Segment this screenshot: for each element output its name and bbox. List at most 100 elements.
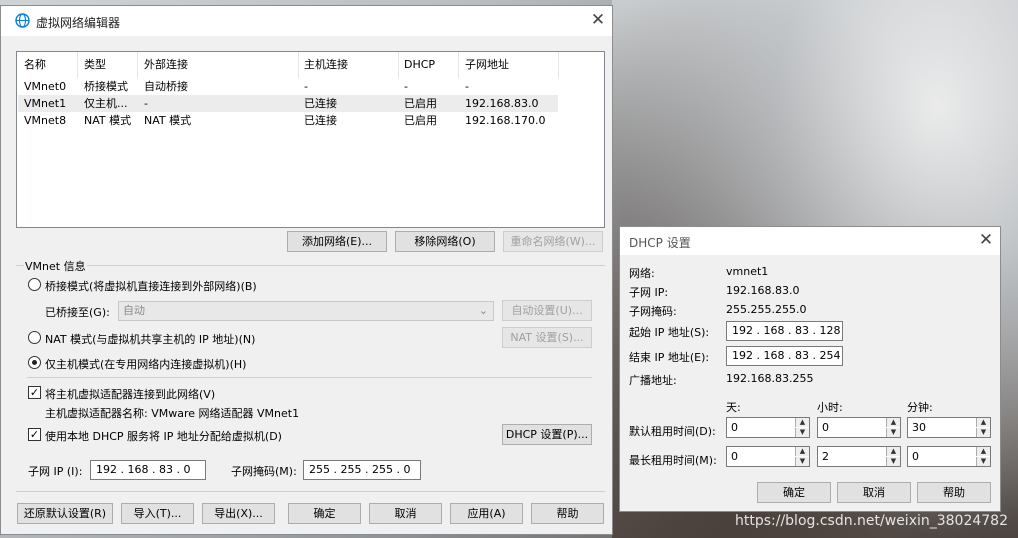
host-only-label[interactable]: 仅主机模式(在专用网络内连接虚拟机)(H) [45, 356, 246, 372]
end-ip-label: 结束 IP 地址(E): [629, 351, 710, 364]
connect-adapter-label[interactable]: 将主机虚拟适配器连接到此网络(V) [45, 386, 215, 402]
hours-label: 小时: [817, 401, 843, 414]
nat-mode-label[interactable]: NAT 模式(与虚拟机共享主机的 IP 地址)(N) [45, 331, 255, 347]
remove-network-button[interactable]: 移除网络(O) [395, 231, 495, 252]
network-list[interactable]: 名称 类型 外部连接 主机连接 DHCP 子网地址 VMnet0 桥接模式 自动… [16, 51, 605, 228]
table-row[interactable]: VMnet1 仅主机... - 已连接 已启用 192.168.83.0 [18, 95, 558, 112]
arrow-up-icon[interactable]: ▲ [976, 418, 990, 427]
cell-external: NAT 模式 [144, 114, 192, 127]
network-label: 网络: [629, 267, 655, 280]
bridged-to-select[interactable]: 自动 ⌄ [118, 301, 494, 321]
subnet-mask-input[interactable]: 255 . 255 . 255 . 0 [303, 460, 421, 480]
cell-subnet: 192.168.170.0 [465, 114, 546, 127]
subnet-mask-label: 子网掩码(M): [231, 465, 297, 478]
column-header-type[interactable]: 类型 [84, 56, 106, 78]
arrow-up-icon[interactable]: ▲ [795, 447, 809, 456]
cell-host: - [304, 80, 308, 93]
apply-button[interactable]: 应用(A) [450, 503, 523, 524]
end-ip-input[interactable]: 192 . 168 . 83 . 254 [726, 346, 843, 366]
export-button[interactable]: 导出(X)... [202, 503, 275, 524]
auto-settings-button[interactable]: 自动设置(U)... [502, 300, 592, 321]
arrow-down-icon[interactable]: ▼ [886, 428, 900, 437]
ok-button[interactable]: 确定 [757, 482, 831, 503]
connect-adapter-checkbox[interactable]: ✓ [28, 386, 41, 399]
max-lease-days-stepper[interactable]: 0 ▲ ▼ [726, 446, 810, 467]
stepper-value: 30 [912, 421, 926, 434]
cell-name: VMnet8 [24, 114, 67, 127]
bridged-to-label: 已桥接至(G): [45, 306, 110, 319]
table-row[interactable]: VMnet8 NAT 模式 NAT 模式 已连接 已启用 192.168.170… [18, 112, 558, 129]
cell-name: VMnet1 [24, 97, 67, 110]
cell-host: 已连接 [304, 97, 337, 110]
column-separator [558, 52, 559, 78]
arrow-up-icon[interactable]: ▲ [795, 418, 809, 427]
stepper-value: 2 [822, 450, 829, 463]
cell-dhcp: - [404, 80, 408, 93]
max-lease-minutes-stepper[interactable]: 0 ▲ ▼ [907, 446, 991, 467]
nat-settings-button[interactable]: NAT 设置(S)... [502, 327, 592, 348]
cell-type: 仅主机... [84, 97, 128, 110]
host-only-radio[interactable] [28, 356, 41, 369]
ok-button[interactable]: 确定 [288, 503, 361, 524]
use-dhcp-checkbox[interactable]: ✓ [28, 428, 41, 441]
cell-dhcp: 已启用 [404, 114, 437, 127]
column-separator [137, 52, 138, 78]
stepper-value: 0 [731, 450, 738, 463]
start-ip-input[interactable]: 192 . 168 . 83 . 128 [726, 321, 843, 341]
max-lease-label: 最长租用时间(M): [629, 454, 717, 467]
subnet-ip-label: 子网 IP (I): [28, 465, 83, 478]
column-separator [298, 52, 299, 78]
restore-defaults-button[interactable]: 还原默认设置(R) [17, 503, 113, 524]
default-lease-minutes-stepper[interactable]: 30 ▲ ▼ [907, 417, 991, 438]
cancel-button[interactable]: 取消 [837, 482, 911, 503]
column-header-host[interactable]: 主机连接 [304, 56, 348, 78]
cell-external: - [144, 97, 148, 110]
column-separator [458, 52, 459, 78]
window-title: 虚拟网络编辑器 [36, 16, 121, 30]
arrow-down-icon[interactable]: ▼ [795, 428, 809, 437]
arrow-up-icon[interactable]: ▲ [886, 418, 900, 427]
watermark-text: https://blog.csdn.net/weixin_38024782 [734, 513, 1008, 529]
table-row[interactable]: VMnet0 桥接模式 自动桥接 - - - [18, 78, 558, 95]
use-dhcp-label[interactable]: 使用本地 DHCP 服务将 IP 地址分配给虚拟机(D) [45, 428, 282, 444]
column-header-dhcp[interactable]: DHCP [404, 56, 435, 78]
group-divider [87, 265, 605, 266]
stepper-value: 0 [822, 421, 829, 434]
dhcp-settings-button[interactable]: DHCP 设置(P)... [502, 424, 592, 445]
column-header-subnet[interactable]: 子网地址 [465, 56, 509, 78]
nat-mode-radio[interactable] [28, 331, 41, 344]
default-lease-hours-stepper[interactable]: 0 ▲ ▼ [817, 417, 901, 438]
max-lease-hours-stepper[interactable]: 2 ▲ ▼ [817, 446, 901, 467]
arrow-down-icon[interactable]: ▼ [976, 457, 990, 466]
import-button[interactable]: 导入(T)... [121, 503, 194, 524]
virtual-network-editor-window: 虚拟网络编辑器 ✕ 名称 类型 外部连接 主机连接 DHCP 子网地址 VMne… [0, 5, 613, 535]
column-header-name[interactable]: 名称 [24, 56, 46, 78]
arrow-down-icon[interactable]: ▼ [886, 457, 900, 466]
minutes-label: 分钟: [907, 401, 933, 414]
subnet-mask-label: 子网掩码: [629, 305, 677, 318]
bridge-mode-radio[interactable] [28, 278, 41, 291]
adapter-name-text: 主机虚拟适配器名称: VMware 网络适配器 VMnet1 [45, 407, 300, 420]
help-button[interactable]: 帮助 [917, 482, 991, 503]
arrow-up-icon[interactable]: ▲ [976, 447, 990, 456]
cancel-button[interactable]: 取消 [369, 503, 442, 524]
default-lease-days-stepper[interactable]: 0 ▲ ▼ [726, 417, 810, 438]
arrow-up-icon[interactable]: ▲ [886, 447, 900, 456]
subnet-ip-input[interactable]: 192 . 168 . 83 . 0 [90, 460, 206, 480]
subnet-mask-value: 255.255.255.0 [726, 303, 807, 316]
close-icon[interactable]: ✕ [587, 10, 609, 32]
arrow-down-icon[interactable]: ▼ [976, 428, 990, 437]
rename-network-button[interactable]: 重命名网络(W)... [503, 231, 603, 252]
add-network-button[interactable]: 添加网络(E)... [287, 231, 387, 252]
close-icon[interactable]: ✕ [975, 230, 997, 252]
globe-icon [15, 13, 30, 28]
arrow-down-icon[interactable]: ▼ [795, 457, 809, 466]
vmnet-info-heading: VMnet 信息 [25, 260, 86, 273]
window-title: DHCP 设置 [629, 236, 691, 250]
cell-subnet: - [465, 80, 469, 93]
bridge-mode-label[interactable]: 桥接模式(将虚拟机直接连接到外部网络)(B) [45, 278, 257, 294]
column-header-external[interactable]: 外部连接 [144, 56, 188, 78]
help-button[interactable]: 帮助 [531, 503, 604, 524]
cell-subnet: 192.168.83.0 [465, 97, 539, 110]
stepper-value: 0 [731, 421, 738, 434]
